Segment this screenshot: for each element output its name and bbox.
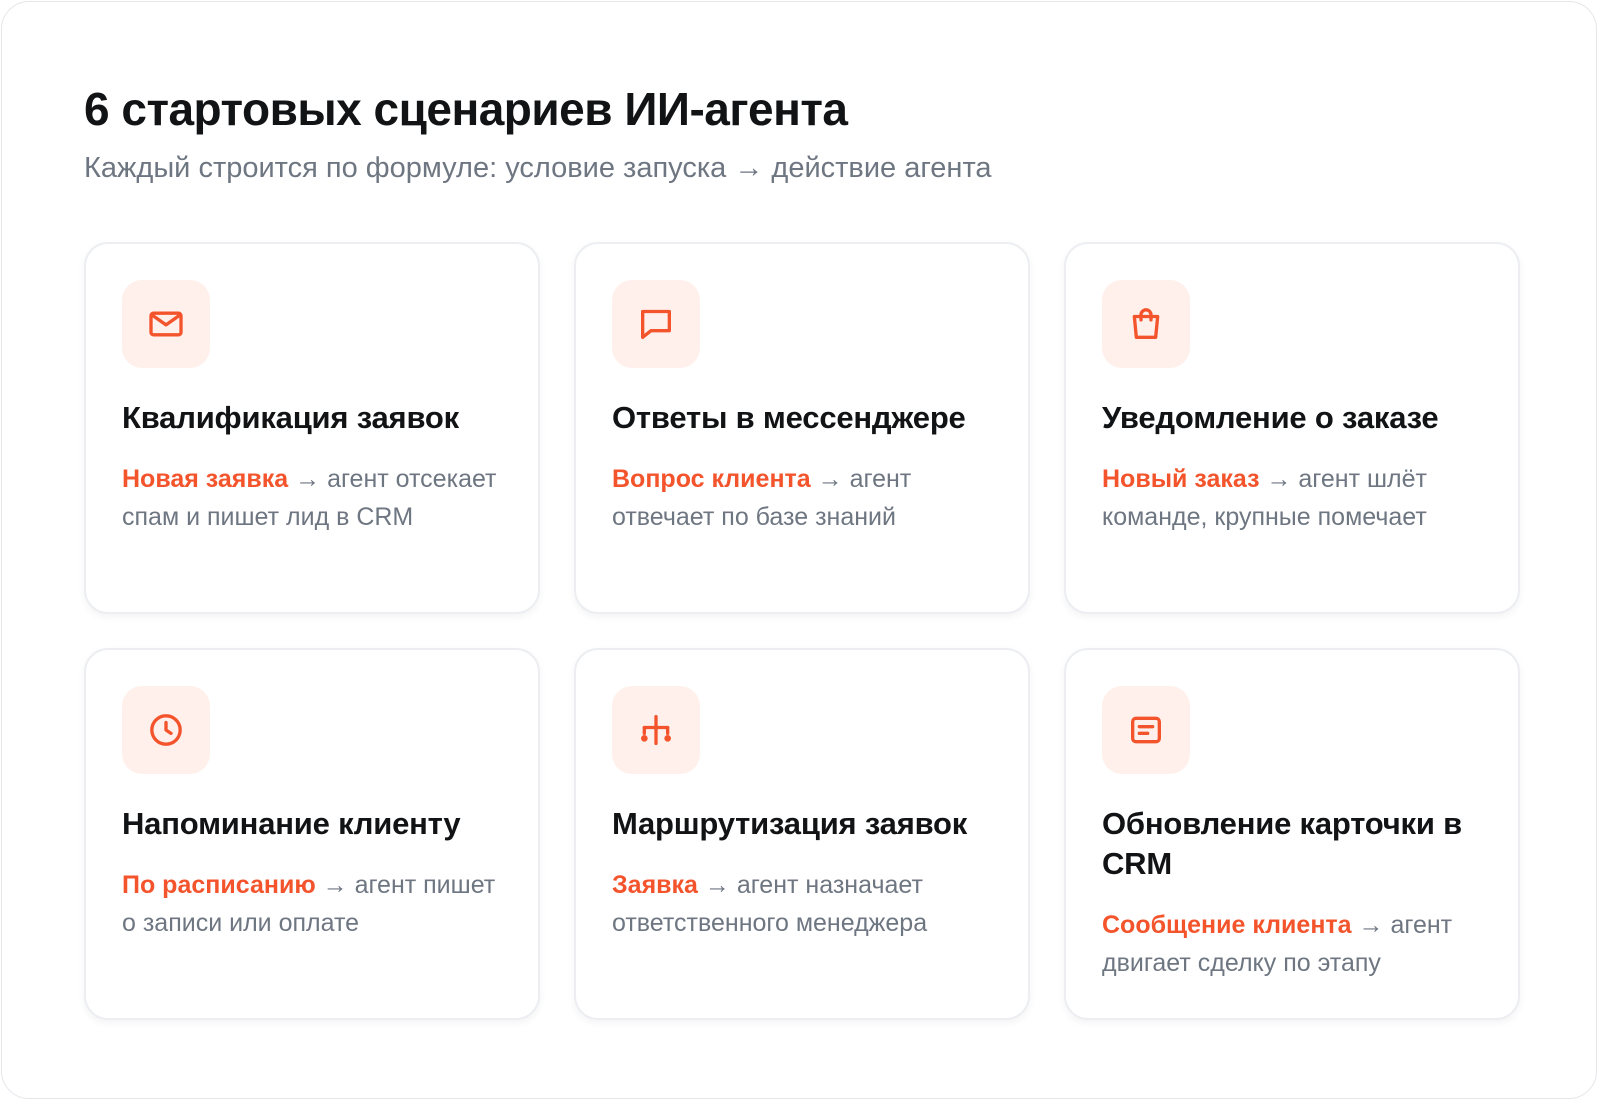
- infographic-frame: 6 стартовых сценариев ИИ-агента Каждый с…: [1, 1, 1597, 1099]
- route-split-icon: [641, 715, 671, 745]
- scenario-trigger: Вопрос клиента: [612, 465, 811, 493]
- shopping-bag-icon: [1132, 308, 1160, 339]
- scenario-trigger: По расписанию: [122, 871, 316, 899]
- scenario-trigger: Заявка: [612, 871, 698, 899]
- scenario-card-order-notification: Уведомление о заказе Новый заказ → агент…: [1064, 242, 1520, 614]
- scenario-title: Ответы в мессенджере: [612, 400, 966, 435]
- scenario-description: Сообщение клиента → агент двигает сделку…: [1102, 906, 1482, 982]
- scenario-description: Новый заказ → агент шлёт команде, крупны…: [1102, 460, 1482, 536]
- scenario-description: Вопрос клиента → агент отвечает по базе …: [612, 460, 992, 536]
- crm-card-icon: [1131, 716, 1161, 744]
- scenario-trigger: Сообщение клиента: [1102, 911, 1352, 939]
- mail-icon: [149, 311, 183, 337]
- scenario-title: Обновление карточки в CRM: [1102, 806, 1462, 881]
- scenario-icon-box: [1102, 280, 1190, 368]
- scenario-icon-box: [612, 686, 700, 774]
- scenario-title: Напоминание клиенту: [122, 806, 461, 841]
- scenario-card-lead-qualification: Квалификация заявок Новая заявка → агент…: [84, 242, 540, 614]
- scenario-card-crm-update: Обновление карточки в CRM Сообщение клие…: [1064, 648, 1520, 1020]
- scenario-description: Заявка → агент назначает ответственного …: [612, 866, 992, 942]
- clock-icon: [150, 714, 182, 746]
- scenario-icon-box: [612, 280, 700, 368]
- page-title: 6 стартовых сценариев ИИ-агента: [84, 83, 848, 135]
- page-subtitle: Каждый строится по формуле: условие запу…: [84, 152, 992, 184]
- scenario-icon-box: [122, 280, 210, 368]
- scenario-card-lead-routing: Маршрутизация заявок Заявка → агент назн…: [574, 648, 1030, 1020]
- chat-icon: [641, 309, 671, 339]
- scenario-description: Новая заявка → агент отсекает спам и пиш…: [122, 460, 502, 536]
- scenario-card-client-reminder: Напоминание клиенту По расписанию → аген…: [84, 648, 540, 1020]
- scenario-description: По расписанию → агент пишет о записи или…: [122, 866, 502, 942]
- scenario-icon-box: [1102, 686, 1190, 774]
- scenario-title: Квалификация заявок: [122, 400, 459, 435]
- scenario-title: Маршрутизация заявок: [612, 806, 968, 841]
- scenario-icon-box: [122, 686, 210, 774]
- scenario-trigger: Новая заявка: [122, 465, 289, 493]
- scenario-trigger: Новый заказ: [1102, 465, 1260, 493]
- scenario-card-messenger-replies: Ответы в мессенджере Вопрос клиента → аг…: [574, 242, 1030, 614]
- scenario-title: Уведомление о заказе: [1102, 400, 1439, 435]
- scenario-grid: Квалификация заявок Новая заявка → агент…: [84, 242, 1520, 1020]
